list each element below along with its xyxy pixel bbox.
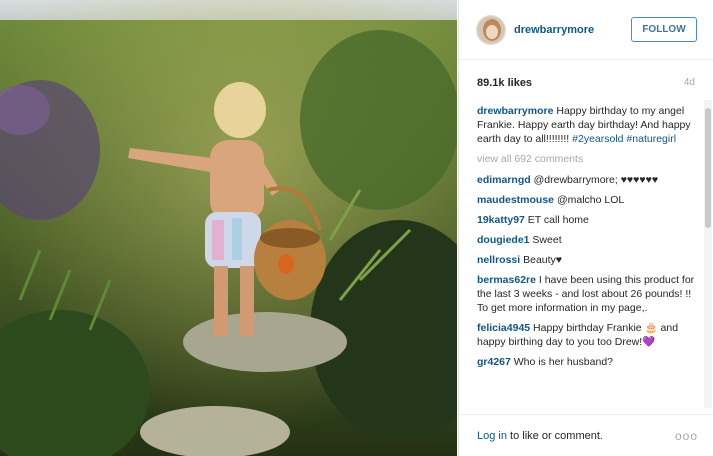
- comment-text: @malcho LOL: [554, 194, 625, 206]
- avatar-image: [477, 16, 505, 44]
- caption-hashtags[interactable]: #2yearsold #naturegirl: [572, 133, 676, 145]
- comment-username[interactable]: edimarngd: [477, 174, 531, 186]
- comment: gr4267 Who is her husband?: [477, 355, 701, 369]
- comment: dougiede1 Sweet: [477, 233, 701, 247]
- post-header: drewbarrymore FOLLOW: [459, 0, 713, 60]
- post-image: [0, 0, 457, 456]
- comment-username[interactable]: bermas62re: [477, 274, 536, 286]
- post-photo[interactable]: [0, 0, 457, 456]
- username-link[interactable]: drewbarrymore: [514, 24, 594, 36]
- comment-text: Beauty♥: [520, 254, 563, 266]
- comment: edimarngd @drewbarrymore; ♥♥♥♥♥♥: [477, 173, 701, 187]
- comment-text: ET call home: [524, 214, 589, 226]
- comments-scrollbar[interactable]: [704, 100, 712, 408]
- comment: felicia4945 Happy birthday Frankie 🎂 and…: [477, 321, 701, 349]
- comment: maudestmouse @malcho LOL: [477, 193, 701, 207]
- comment: nellrossi Beauty♥: [477, 253, 701, 267]
- comment: bermas62re I have been using this produc…: [477, 273, 701, 315]
- login-prompt: Log in to like or comment.: [477, 430, 603, 442]
- comment-username[interactable]: dougiede1: [477, 234, 530, 246]
- comment-text: @drewbarrymore; ♥♥♥♥♥♥: [530, 174, 659, 186]
- avatar[interactable]: [476, 15, 506, 45]
- login-prompt-text: to like or comment.: [506, 430, 603, 442]
- comment: 19katty97 ET call home: [477, 213, 701, 227]
- comment-username[interactable]: 19katty97: [477, 214, 525, 226]
- caption: drewbarrymore Happy birthday to my angel…: [477, 104, 701, 146]
- post-footer: Log in to like or comment. ooo: [459, 414, 713, 456]
- comment-username[interactable]: felicia4945: [477, 322, 530, 334]
- view-all-comments-link[interactable]: view all 692 comments: [477, 152, 701, 166]
- more-options-icon[interactable]: ooo: [675, 429, 698, 443]
- post-age[interactable]: 4d: [684, 77, 695, 88]
- comment-username[interactable]: maudestmouse: [477, 194, 554, 206]
- login-link[interactable]: Log in: [477, 430, 507, 442]
- comment-username[interactable]: gr4267: [477, 356, 511, 368]
- likes-count[interactable]: 89.1k likes: [477, 77, 532, 89]
- scrollbar-thumb[interactable]: [705, 108, 711, 228]
- post-side-panel: drewbarrymore FOLLOW 89.1k likes 4d drew…: [458, 0, 713, 456]
- comment-text: Sweet: [529, 234, 562, 246]
- comments-list: drewbarrymore Happy birthday to my angel…: [477, 104, 701, 408]
- comment-username[interactable]: nellrossi: [477, 254, 520, 266]
- caption-username[interactable]: drewbarrymore: [477, 105, 553, 117]
- comment-text: Who is her husband?: [510, 356, 614, 368]
- follow-button[interactable]: FOLLOW: [631, 17, 697, 42]
